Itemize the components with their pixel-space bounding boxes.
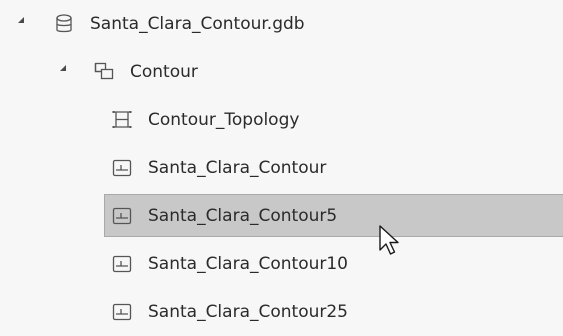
tree-node-database[interactable]: Santa_Clara_Contour.gdb	[0, 0, 563, 48]
line-feature-class-icon	[110, 156, 134, 180]
feature-dataset-icon	[92, 60, 116, 84]
expand-arrow-icon[interactable]	[60, 65, 66, 71]
tree-node-label: Santa_Clara_Contour25	[148, 302, 348, 322]
topology-icon	[110, 108, 134, 132]
database-icon	[52, 12, 76, 36]
tree-node-label: Contour_Topology	[148, 110, 300, 130]
tree-node-feature-class[interactable]: Santa_Clara_Contour10	[0, 240, 563, 288]
expand-arrow-icon[interactable]	[18, 17, 24, 23]
tree-node-label: Santa_Clara_Contour10	[148, 254, 348, 274]
line-feature-class-icon	[110, 204, 134, 228]
line-feature-class-icon	[110, 300, 134, 324]
tree-node-label: Santa_Clara_Contour5	[148, 206, 338, 226]
tree-node-label: Santa_Clara_Contour	[148, 158, 327, 178]
tree-node-feature-class-selected[interactable]: Santa_Clara_Contour5	[0, 192, 563, 240]
mouse-cursor-icon	[378, 224, 402, 258]
line-feature-class-icon	[110, 252, 134, 276]
tree-node-feature-class[interactable]: Santa_Clara_Contour	[0, 144, 563, 192]
catalog-tree: Santa_Clara_Contour.gdb Contour Contour_…	[0, 0, 563, 336]
tree-node-label: Contour	[130, 62, 198, 82]
tree-node-label: Santa_Clara_Contour.gdb	[90, 14, 305, 34]
tree-node-feature-class[interactable]: Santa_Clara_Contour25	[0, 288, 563, 336]
tree-node-topology[interactable]: Contour_Topology	[0, 96, 563, 144]
tree-node-feature-dataset[interactable]: Contour	[0, 48, 563, 96]
